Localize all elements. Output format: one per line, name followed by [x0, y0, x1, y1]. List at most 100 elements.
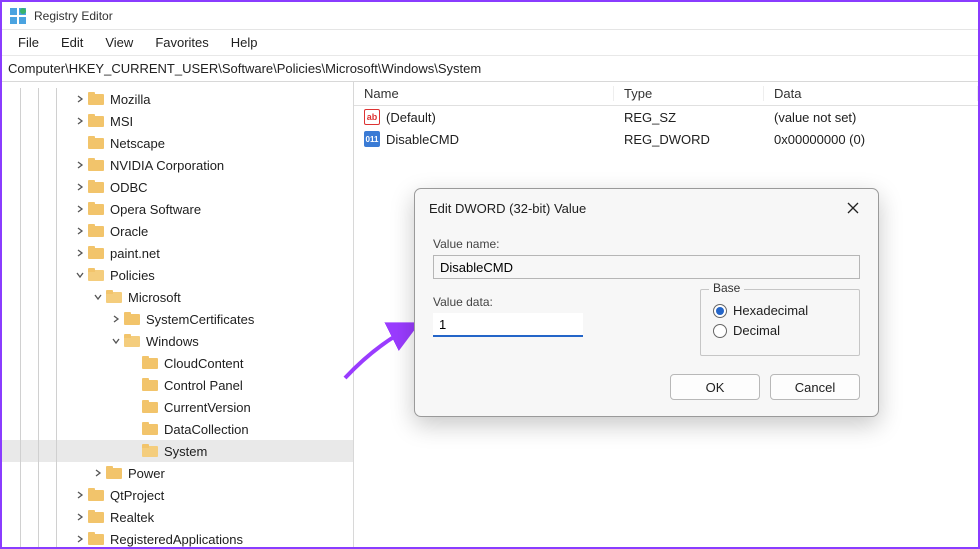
- tree-node[interactable]: QtProject: [2, 484, 353, 506]
- tree-node-label: Power: [128, 466, 165, 481]
- radio-hexadecimal[interactable]: Hexadecimal: [713, 303, 847, 318]
- tree-node-label: Windows: [146, 334, 199, 349]
- chevron-down-icon[interactable]: [74, 271, 86, 279]
- chevron-right-icon[interactable]: [74, 535, 86, 543]
- tree-node-label: MSI: [110, 114, 133, 129]
- tree-node[interactable]: ODBC: [2, 176, 353, 198]
- tree-node[interactable]: RegisteredApplications: [2, 528, 353, 547]
- radio-decimal[interactable]: Decimal: [713, 323, 847, 338]
- folder-icon: [88, 510, 104, 524]
- tree-node[interactable]: Microsoft: [2, 286, 353, 308]
- tree-node[interactable]: MSI: [2, 110, 353, 132]
- folder-icon: [88, 532, 104, 546]
- folder-icon: [106, 466, 122, 480]
- col-header-type[interactable]: Type: [614, 86, 764, 101]
- value-row[interactable]: 011DisableCMDREG_DWORD0x00000000 (0): [354, 128, 978, 150]
- tree-node[interactable]: Oracle: [2, 220, 353, 242]
- col-header-data[interactable]: Data: [764, 86, 978, 101]
- chevron-right-icon[interactable]: [110, 315, 122, 323]
- tree-node-label: Mozilla: [110, 92, 150, 107]
- tree-node-label: Oracle: [110, 224, 148, 239]
- tree-node-label: System: [164, 444, 207, 459]
- folder-icon: [142, 356, 158, 370]
- window-title: Registry Editor: [34, 9, 113, 23]
- chevron-right-icon[interactable]: [92, 469, 104, 477]
- tree-node[interactable]: CloudContent: [2, 352, 353, 374]
- menu-edit[interactable]: Edit: [51, 32, 93, 53]
- close-icon[interactable]: [842, 197, 864, 219]
- col-header-name[interactable]: Name: [354, 86, 614, 101]
- menu-help[interactable]: Help: [221, 32, 268, 53]
- folder-icon: [142, 422, 158, 436]
- chevron-right-icon[interactable]: [74, 491, 86, 499]
- cancel-button[interactable]: Cancel: [770, 374, 860, 400]
- ok-button[interactable]: OK: [670, 374, 760, 400]
- tree-node-label: Policies: [110, 268, 155, 283]
- chevron-right-icon[interactable]: [74, 117, 86, 125]
- folder-icon: [88, 92, 104, 106]
- tree-node[interactable]: Windows: [2, 330, 353, 352]
- folder-icon: [124, 334, 140, 348]
- edit-dword-dialog: Edit DWORD (32-bit) Value Value name: Va…: [414, 188, 879, 417]
- base-legend: Base: [709, 281, 744, 295]
- tree-node-label: paint.net: [110, 246, 160, 261]
- tree-node[interactable]: System: [2, 440, 353, 462]
- radio-icon: [713, 324, 727, 338]
- tree-node[interactable]: Realtek: [2, 506, 353, 528]
- chevron-right-icon[interactable]: [74, 513, 86, 521]
- menubar: File Edit View Favorites Help: [2, 30, 978, 56]
- chevron-right-icon[interactable]: [74, 161, 86, 169]
- folder-icon: [88, 268, 104, 282]
- chevron-right-icon[interactable]: [74, 183, 86, 191]
- tree-node[interactable]: SystemCertificates: [2, 308, 353, 330]
- value-row[interactable]: ab(Default)REG_SZ(value not set): [354, 106, 978, 128]
- tree-node-label: ODBC: [110, 180, 148, 195]
- chevron-right-icon[interactable]: [74, 249, 86, 257]
- tree-node[interactable]: Power: [2, 462, 353, 484]
- value-data: (value not set): [764, 110, 978, 125]
- tree-node-label: NVIDIA Corporation: [110, 158, 224, 173]
- folder-icon: [88, 158, 104, 172]
- tree-node[interactable]: paint.net: [2, 242, 353, 264]
- menu-view[interactable]: View: [95, 32, 143, 53]
- value-type: REG_DWORD: [614, 132, 764, 147]
- tree-node[interactable]: Netscape: [2, 132, 353, 154]
- value-data-field[interactable]: [433, 313, 583, 337]
- chevron-right-icon[interactable]: [74, 95, 86, 103]
- folder-icon: [142, 400, 158, 414]
- address-bar[interactable]: Computer\HKEY_CURRENT_USER\Software\Poli…: [2, 56, 978, 82]
- value-type: REG_SZ: [614, 110, 764, 125]
- chevron-right-icon[interactable]: [74, 227, 86, 235]
- tree-node[interactable]: CurrentVersion: [2, 396, 353, 418]
- tree-pane[interactable]: Mozilla MSI Netscape NVIDIA Corporation ODBC…: [2, 82, 354, 547]
- tree-node-label: RegisteredApplications: [110, 532, 243, 547]
- folder-icon: [88, 224, 104, 238]
- tree-node-label: CloudContent: [164, 356, 244, 371]
- menu-file[interactable]: File: [8, 32, 49, 53]
- chevron-right-icon[interactable]: [74, 205, 86, 213]
- regedit-icon: [10, 8, 26, 24]
- tree-node[interactable]: Opera Software: [2, 198, 353, 220]
- value-name: (Default): [386, 110, 436, 125]
- menu-favorites[interactable]: Favorites: [145, 32, 218, 53]
- tree-node[interactable]: Policies: [2, 264, 353, 286]
- tree-node-label: Netscape: [110, 136, 165, 151]
- folder-icon: [88, 488, 104, 502]
- folder-icon: [88, 114, 104, 128]
- folder-icon: [88, 136, 104, 150]
- folder-icon: [88, 202, 104, 216]
- tree-node[interactable]: Control Panel: [2, 374, 353, 396]
- chevron-down-icon[interactable]: [92, 293, 104, 301]
- tree-node-label: QtProject: [110, 488, 164, 503]
- tree-node[interactable]: DataCollection: [2, 418, 353, 440]
- folder-icon: [88, 180, 104, 194]
- tree-node-label: Control Panel: [164, 378, 243, 393]
- value-name-field: [433, 255, 860, 279]
- chevron-down-icon[interactable]: [110, 337, 122, 345]
- list-header: Name Type Data: [354, 82, 978, 106]
- folder-icon: [142, 444, 158, 458]
- tree-node[interactable]: Mozilla: [2, 88, 353, 110]
- tree-node[interactable]: NVIDIA Corporation: [2, 154, 353, 176]
- folder-icon: [124, 312, 140, 326]
- folder-icon: [88, 246, 104, 260]
